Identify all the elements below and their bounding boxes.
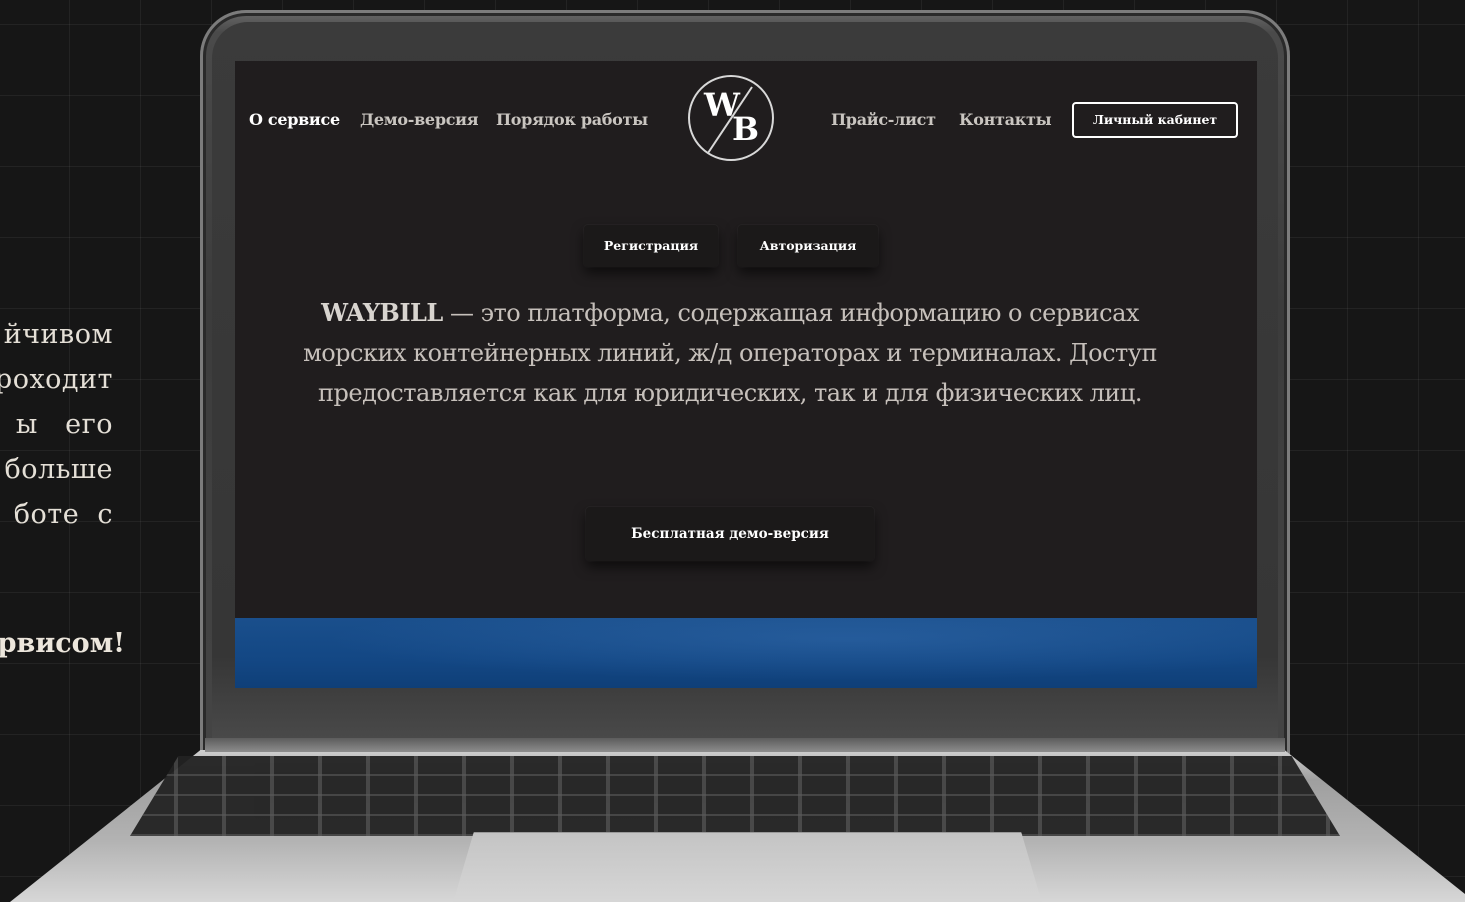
page-root: йчивом роходит ы его больше боте с рвисо… [0, 0, 1465, 902]
side-paragraph-line: ы его [15, 409, 113, 440]
side-paragraph-line: роходит [0, 364, 113, 395]
nav-link-pricelist[interactable]: Прайс-лист [831, 110, 936, 129]
hero-brand: WAYBILL [321, 298, 443, 327]
waybill-logo-icon[interactable]: W B [688, 75, 774, 161]
nav-link-contacts[interactable]: Контакты [959, 110, 1052, 129]
nav-link-about[interactable]: О сервисе [249, 110, 340, 129]
nav-link-workflow[interactable]: Порядок работы [496, 110, 648, 129]
hero-text: WAYBILL — это платформа, содержащая инфо… [275, 293, 1185, 413]
blue-section-band [235, 618, 1257, 688]
register-button[interactable]: Регистрация [584, 225, 718, 267]
laptop-screen: О сервисе Демо-версия Порядок работы W B… [235, 61, 1257, 688]
free-demo-button[interactable]: Бесплатная демо-версия [586, 507, 874, 561]
logo-letter-b: B [732, 110, 760, 148]
side-paragraph-line: йчивом [3, 319, 113, 350]
side-paragraph-closing: рвисом! [0, 628, 125, 659]
side-paragraph: йчивом роходит ы его больше боте с [0, 312, 113, 537]
personal-cabinet-button[interactable]: Личный кабинет [1072, 102, 1238, 138]
nav-link-demo[interactable]: Демо-версия [360, 110, 479, 129]
login-button[interactable]: Авторизация [738, 225, 878, 267]
laptop-trackpad [450, 832, 1045, 902]
side-paragraph-line: больше [4, 454, 113, 485]
side-paragraph-line: боте с [13, 499, 113, 530]
laptop-keyboard-rows [130, 756, 1340, 836]
laptop-hinge [205, 738, 1285, 752]
